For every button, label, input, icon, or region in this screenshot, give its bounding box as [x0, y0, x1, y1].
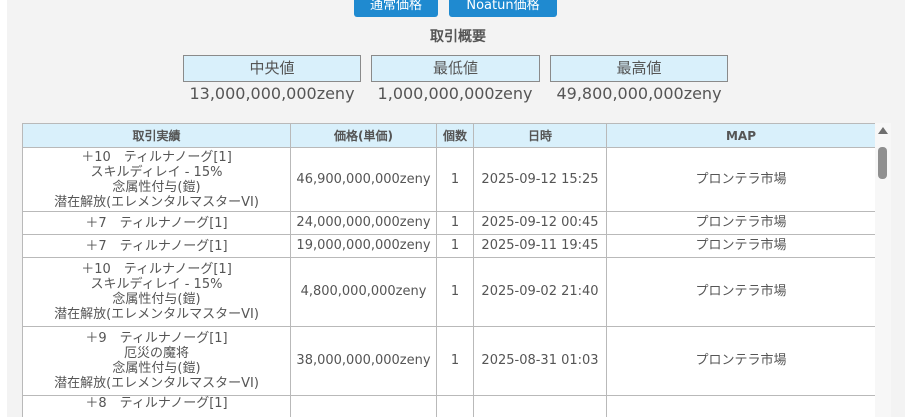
item-name: ＋8 ティルナノーグ[1]	[85, 396, 228, 411]
min-label: 最低値	[371, 55, 540, 82]
item-cell: ＋10 ティルナノーグ[1] スキルディレイ - 15% 念属性付与(鎧) 潜在…	[22, 147, 291, 212]
item-enchant: 念属性付与(鎧)	[112, 292, 201, 307]
summary-title: 取引概要	[430, 29, 486, 45]
table-row: ＋7 ティルナノーグ[1] 24,000,000,000zeny 1 2025-…	[22, 211, 875, 235]
map-cell: プロンテラ市場	[606, 326, 875, 396]
item-name: ＋10 ティルナノーグ[1]	[81, 149, 232, 165]
item-name: ＋9 ティルナノーグ[1]	[85, 331, 228, 346]
item-cell: ＋8 ティルナノーグ[1]	[22, 395, 291, 417]
qty-cell: 1	[436, 211, 474, 235]
date-cell: 2025-09-12 15:25	[473, 147, 607, 212]
table-row: ＋7 ティルナノーグ[1] 19,000,000,000zeny 1 2025-…	[22, 234, 875, 258]
item-enchant: 念属性付与(鎧)	[112, 179, 201, 195]
item-enchant: スキルディレイ - 15%	[90, 277, 223, 292]
map-cell: プロンテラ市場	[606, 211, 875, 235]
item-cell: ＋10 ティルナノーグ[1] スキルディレイ - 15% 念属性付与(鎧) 潜在…	[22, 257, 291, 327]
map-cell: プロンテラ市場	[606, 234, 875, 258]
trade-table: 取引実績 価格(単価) 個数 日時 MAP ＋10 ティルナノーグ[1] スキル…	[22, 123, 875, 417]
table-row: ＋9 ティルナノーグ[1] 厄災の魔将 念属性付与(鎧) 潜在解放(エレメンタル…	[22, 326, 875, 396]
trade-table-container: 取引実績 価格(単価) 個数 日時 MAP ＋10 ティルナノーグ[1] スキル…	[22, 123, 875, 417]
map-cell	[606, 395, 875, 417]
qty-cell: 1	[436, 234, 474, 258]
header-map[interactable]: MAP	[606, 123, 875, 148]
price-cell: 4,800,000,000zeny	[290, 257, 437, 327]
date-cell	[473, 395, 607, 417]
price-cell: 46,900,000,000zeny	[290, 147, 437, 212]
table-header-row: 取引実績 価格(単価) 個数 日時 MAP	[22, 123, 875, 148]
item-enchant: スキルディレイ - 15%	[90, 164, 223, 180]
table-row: ＋10 ティルナノーグ[1] スキルディレイ - 15% 念属性付与(鎧) 潜在…	[22, 257, 875, 327]
item-enchant: 厄災の魔将	[123, 346, 189, 361]
scroll-thumb[interactable]	[878, 147, 887, 179]
min-value: 1,000,000,000zeny	[377, 84, 533, 103]
qty-cell: 1	[436, 257, 474, 327]
item-enchant: 念属性付与(鎧)	[112, 361, 201, 376]
table-scrollbar[interactable]	[875, 123, 891, 417]
map-cell: プロンテラ市場	[606, 147, 875, 212]
item-name: ＋7 ティルナノーグ[1]	[85, 215, 228, 231]
map-cell: プロンテラ市場	[606, 257, 875, 327]
median-label: 中央値	[183, 55, 361, 82]
scroll-up-arrow-icon[interactable]	[878, 127, 888, 134]
max-value: 49,800,000,000zeny	[556, 84, 722, 103]
item-cell: ＋9 ティルナノーグ[1] 厄災の魔将 念属性付与(鎧) 潜在解放(エレメンタル…	[22, 326, 291, 396]
item-enchant: 潜在解放(エレメンタルマスターVI)	[54, 307, 259, 322]
header-datetime[interactable]: 日時	[473, 123, 607, 148]
date-cell: 2025-09-11 19:45	[473, 234, 607, 258]
item-enchant: 潜在解放(エレメンタルマスターVI)	[54, 376, 259, 391]
item-cell: ＋7 ティルナノーグ[1]	[22, 234, 291, 258]
median-value: 13,000,000,000zeny	[189, 84, 355, 103]
qty-cell	[436, 395, 474, 417]
date-cell: 2025-09-02 21:40	[473, 257, 607, 327]
header-price[interactable]: 価格(単価)	[290, 123, 437, 148]
normal-price-button[interactable]: 通常価格	[354, 0, 438, 17]
item-cell: ＋7 ティルナノーグ[1]	[22, 211, 291, 235]
qty-cell: 1	[436, 147, 474, 212]
date-cell: 2025-09-12 00:45	[473, 211, 607, 235]
header-quantity[interactable]: 個数	[436, 123, 474, 148]
qty-cell: 1	[436, 326, 474, 396]
header-trade-record[interactable]: 取引実績	[22, 123, 291, 148]
date-cell: 2025-08-31 01:03	[473, 326, 607, 396]
noatun-price-button[interactable]: Noatun価格	[449, 0, 557, 17]
price-cell: 19,000,000,000zeny	[290, 234, 437, 258]
price-cell	[290, 395, 437, 417]
item-name: ＋7 ティルナノーグ[1]	[85, 238, 228, 254]
max-label: 最高値	[550, 55, 728, 82]
item-name: ＋10 ティルナノーグ[1]	[81, 262, 232, 277]
table-row: ＋8 ティルナノーグ[1]	[22, 395, 875, 417]
item-enchant: 潜在解放(エレメンタルマスターVI)	[54, 194, 259, 210]
table-row: ＋10 ティルナノーグ[1] スキルディレイ - 15% 念属性付与(鎧) 潜在…	[22, 147, 875, 212]
price-cell: 38,000,000,000zeny	[290, 326, 437, 396]
price-cell: 24,000,000,000zeny	[290, 211, 437, 235]
